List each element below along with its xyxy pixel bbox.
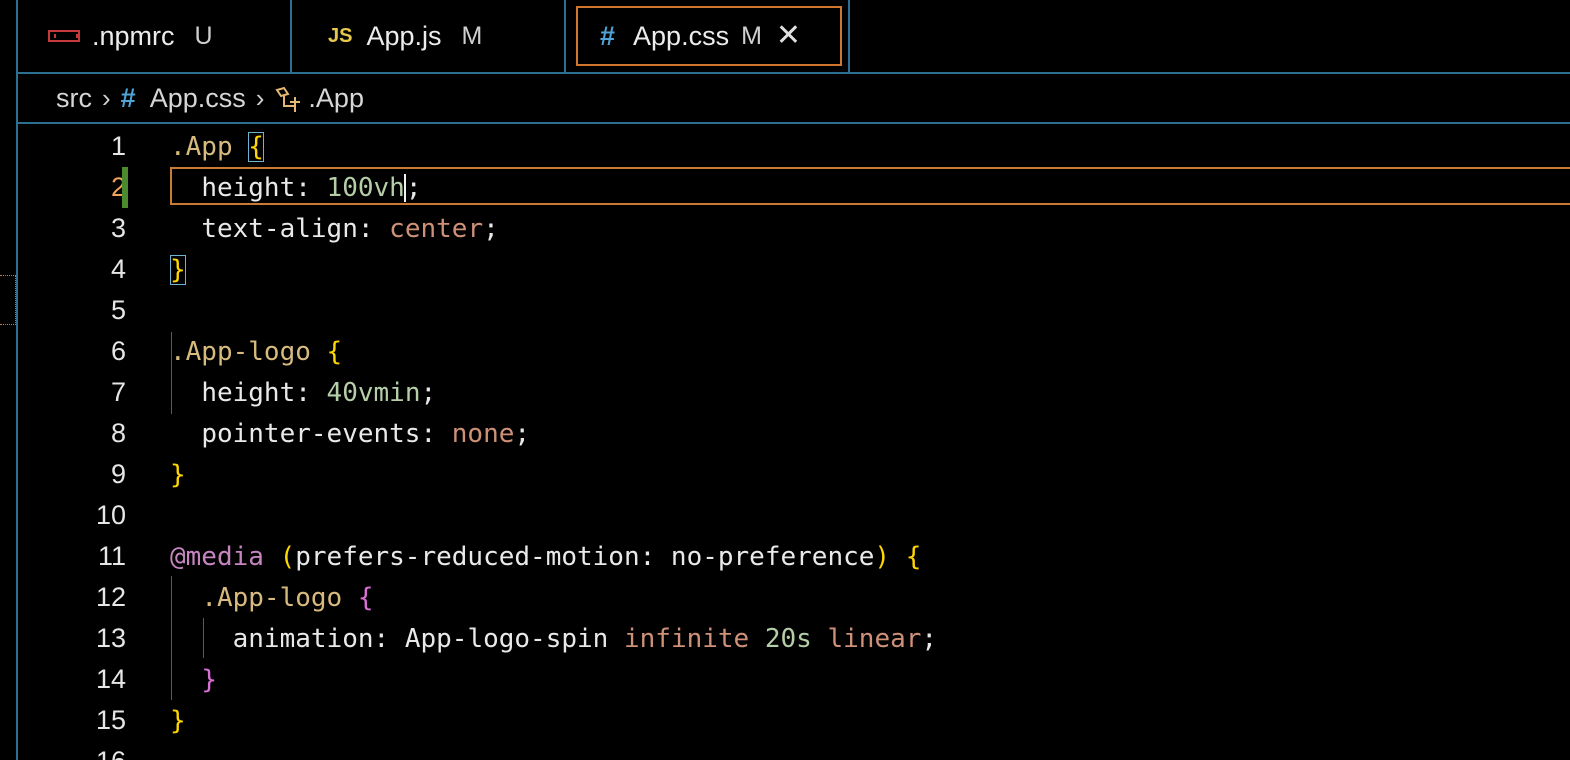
tab-npmrc[interactable]: .npmrc U bbox=[18, 0, 292, 72]
breadcrumb-file[interactable]: App.css bbox=[150, 83, 246, 114]
breadcrumb-symbol[interactable]: .App bbox=[308, 83, 364, 114]
code-line-current[interactable]: 2 height: 100vh; bbox=[18, 167, 1570, 208]
line-number: 6 bbox=[110, 336, 126, 366]
code-text: height: 40vmin; bbox=[201, 377, 437, 408]
hash-icon: # bbox=[600, 20, 616, 51]
code-line[interactable]: 15 } bbox=[18, 700, 1570, 741]
chevron-right-icon: › bbox=[255, 82, 265, 113]
code-line[interactable]: 13 animation: App-logo-spin infinite 20s… bbox=[18, 618, 1570, 659]
js-icon: JS bbox=[328, 24, 353, 47]
code-line[interactable]: 11 @media (prefers-reduced-motion: no-pr… bbox=[18, 536, 1570, 577]
line-number: 2 bbox=[110, 172, 126, 202]
tab-status-badge: M bbox=[461, 21, 483, 50]
code-text: pointer-events: none; bbox=[201, 418, 531, 449]
code-text: } bbox=[170, 254, 186, 285]
code-text: } bbox=[201, 664, 217, 695]
line-number: 7 bbox=[110, 377, 126, 407]
hash-icon: # bbox=[120, 82, 136, 113]
code-line[interactable]: 3 text-align: center; bbox=[18, 208, 1570, 249]
code-line[interactable]: 12 .App-logo { bbox=[18, 577, 1570, 618]
breadcrumb-folder[interactable]: src bbox=[56, 83, 92, 114]
line-number: 11 bbox=[97, 541, 126, 571]
folding-marker bbox=[0, 275, 16, 325]
chevron-right-icon: › bbox=[102, 82, 111, 113]
tab-app-css[interactable]: # App.css M ✕ bbox=[566, 0, 850, 72]
code-line[interactable]: 9 } bbox=[18, 454, 1570, 495]
active-tab-outline: # App.css M ✕ bbox=[576, 6, 842, 66]
line-number: 9 bbox=[110, 459, 126, 489]
close-icon[interactable]: ✕ bbox=[776, 21, 801, 51]
tab-app-js[interactable]: JS App.js M bbox=[292, 0, 566, 72]
code-line[interactable]: 14 } bbox=[18, 659, 1570, 700]
tab-label: App.js bbox=[366, 20, 442, 51]
line-number: 14 bbox=[95, 664, 126, 694]
code-text: .App-logo { bbox=[201, 582, 374, 613]
code-text: height: 100vh; bbox=[201, 172, 422, 203]
line-number: 16 bbox=[56, 746, 126, 760]
line-number: 10 bbox=[95, 500, 126, 530]
line-number: 1 bbox=[110, 131, 126, 161]
css-selector-icon bbox=[274, 82, 304, 113]
breadcrumb: src › # App.css › .App bbox=[18, 74, 1570, 124]
line-number: 4 bbox=[110, 254, 126, 284]
code-text: } bbox=[170, 705, 186, 736]
code-line[interactable]: 16 bbox=[18, 741, 1570, 760]
code-editor[interactable]: 1 .App { 2 height: 100vh; 3 text-align: … bbox=[18, 124, 1570, 760]
code-line[interactable]: 8 pointer-events: none; bbox=[18, 413, 1570, 454]
line-number: 3 bbox=[110, 213, 126, 243]
code-line[interactable]: 7 height: 40vmin; bbox=[18, 372, 1570, 413]
npm-icon bbox=[48, 30, 80, 42]
bracket-match: } bbox=[170, 254, 186, 285]
code-line[interactable]: 1 .App { bbox=[18, 126, 1570, 167]
tab-label: .npmrc bbox=[92, 20, 175, 51]
code-text: } bbox=[170, 459, 186, 490]
line-number: 5 bbox=[110, 295, 126, 325]
activity-edge bbox=[0, 0, 18, 760]
code-text: animation: App-logo-spin infinite 20s li… bbox=[232, 623, 938, 654]
tab-status-badge: U bbox=[194, 21, 213, 50]
code-line[interactable]: 6 .App-logo { bbox=[18, 331, 1570, 372]
vscode-editor-window: .npmrc U JS App.js M # App.css M ✕ src ›… bbox=[0, 0, 1570, 760]
tab-status-badge: M bbox=[741, 21, 762, 50]
line-number: 15 bbox=[95, 705, 126, 735]
line-number: 12 bbox=[95, 582, 126, 612]
line-number: 13 bbox=[95, 623, 126, 653]
modified-gutter-indicator bbox=[122, 167, 128, 208]
line-number: 8 bbox=[110, 418, 126, 448]
bracket-match: { bbox=[248, 131, 264, 162]
code-text: .App { bbox=[170, 131, 264, 162]
tab-bar: .npmrc U JS App.js M # App.css M ✕ bbox=[18, 0, 1570, 74]
code-line[interactable]: 5 bbox=[18, 290, 1570, 331]
code-text: .App-logo { bbox=[170, 336, 343, 367]
code-line[interactable]: 4 } bbox=[18, 249, 1570, 290]
code-line[interactable]: 10 bbox=[18, 495, 1570, 536]
code-text: text-align: center; bbox=[201, 213, 499, 244]
tab-label: App.css bbox=[633, 20, 730, 51]
code-text: @media (prefers-reduced-motion: no-prefe… bbox=[170, 541, 922, 572]
